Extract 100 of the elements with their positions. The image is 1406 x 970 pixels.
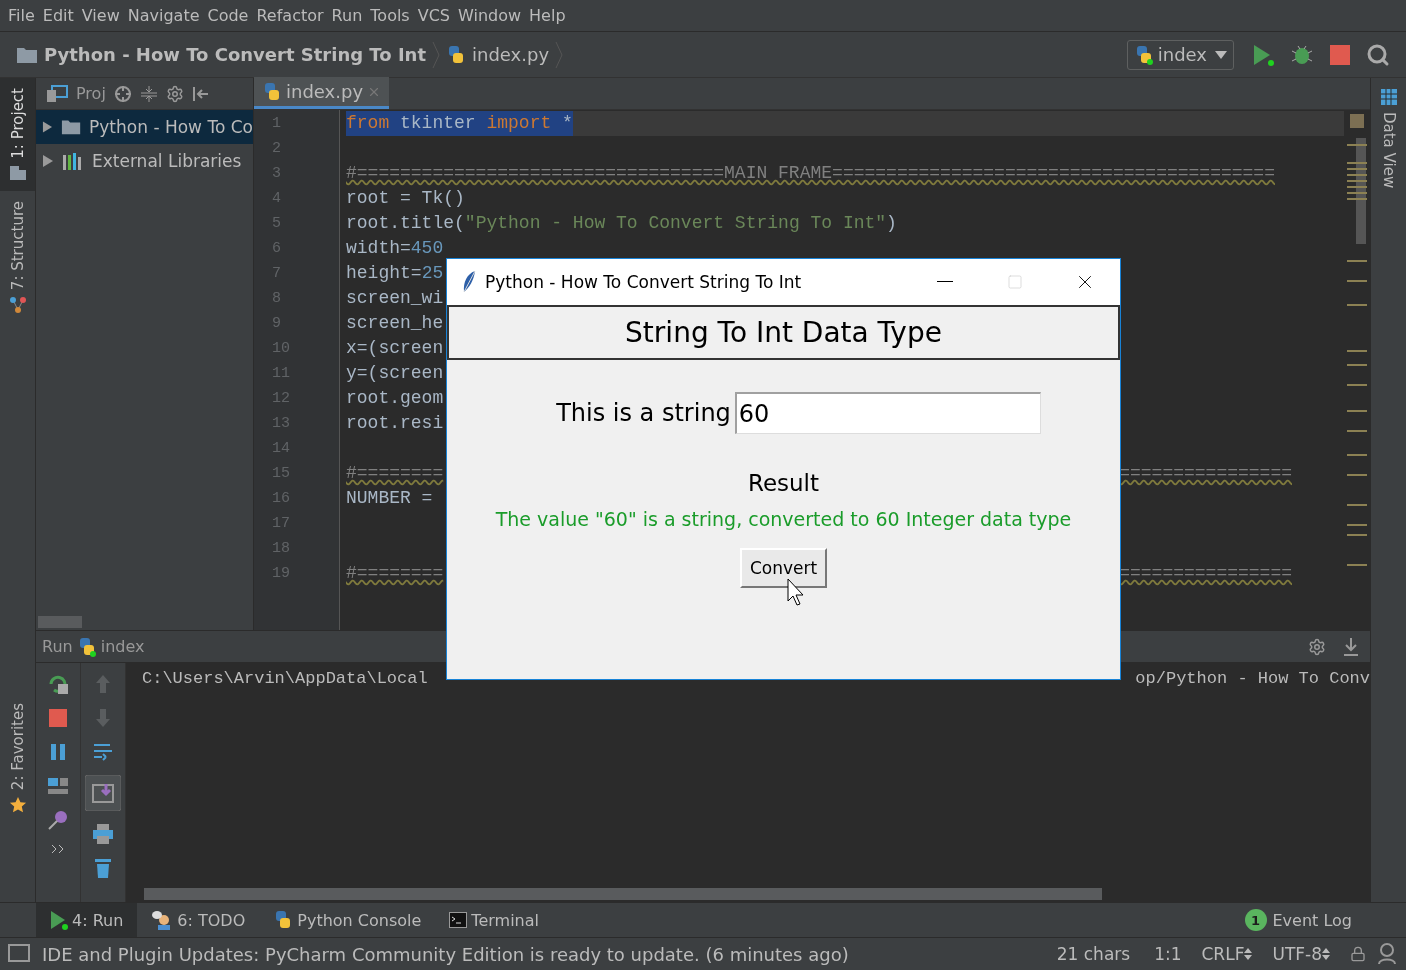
convert-button[interactable]: Convert — [739, 548, 828, 588]
chevron-icon — [555, 40, 564, 69]
code-token: height= — [346, 262, 422, 285]
field-label: This is a string — [556, 399, 731, 427]
tree-row[interactable]: External Libraries — [36, 144, 253, 178]
breadcrumb[interactable]: index.py — [472, 44, 550, 65]
menu-item[interactable]: Navigate — [123, 6, 204, 25]
event-log-button[interactable]: 1 Event Log — [1238, 908, 1358, 932]
lock-icon[interactable] — [1350, 946, 1366, 962]
tool-tab[interactable]: 6: TODO — [137, 902, 260, 938]
code-token: from — [346, 111, 390, 136]
folder-icon — [60, 118, 82, 136]
expand-arrow-icon[interactable] — [42, 154, 54, 168]
code-token: tkinter — [389, 111, 487, 136]
collapse-icon[interactable] — [139, 84, 158, 103]
hide-panel-icon[interactable] — [191, 84, 210, 103]
tool-window-tab[interactable]: 7: Structure — [0, 190, 35, 324]
result-text: The value "60" is a string, converted to 60 Integer data type — [495, 508, 1072, 530]
panel-title: Run — [42, 637, 73, 656]
structure-icon — [8, 295, 27, 314]
code-token: screen_he — [346, 312, 444, 335]
table-icon — [1379, 88, 1398, 106]
code-token: NUMBER = — [346, 487, 434, 510]
breadcrumb[interactable]: Python - How To Convert String To Int — [44, 44, 426, 65]
code-token: ================ — [1119, 462, 1292, 485]
stop-icon[interactable] — [47, 707, 69, 729]
code-token: y=(screen — [346, 362, 444, 385]
folder-icon — [16, 45, 38, 64]
code-token: root.title( — [346, 212, 465, 235]
status-message[interactable]: IDE and Plugin Updates: PyCharm Community Edition is ready to update. (6 minutes ago) — [42, 943, 849, 965]
menu-item[interactable]: Tools — [366, 6, 414, 25]
feather-icon — [461, 270, 477, 294]
tool-tab[interactable]: Terminal — [435, 902, 553, 938]
menu-item[interactable]: View — [77, 6, 124, 25]
up-down-icon — [1244, 947, 1253, 961]
editor-tab[interactable]: index.py — [254, 77, 390, 109]
scrollbar-thumb[interactable] — [38, 616, 82, 628]
code-token: screen_wi — [346, 287, 444, 310]
menu-item[interactable]: Refactor — [252, 6, 328, 25]
menu-item[interactable]: Edit — [38, 6, 78, 25]
star-icon — [8, 796, 27, 814]
console-output: op/Python - How To Conv — [1135, 668, 1370, 688]
run-config-name: index — [100, 637, 145, 656]
heading-label: String To Int Data Type — [447, 305, 1120, 360]
code-token: root = Tk() — [346, 187, 465, 210]
tool-window-tab[interactable]: 2: Favorites — [0, 692, 35, 824]
code-token: x=(screen — [346, 337, 444, 360]
caret-position[interactable]: 1:1 — [1154, 944, 1182, 964]
pin-icon[interactable] — [47, 809, 69, 831]
more-icon[interactable] — [51, 843, 65, 855]
printer-icon[interactable] — [92, 823, 114, 845]
trash-icon[interactable] — [92, 857, 114, 879]
pointer-cursor-icon — [787, 578, 805, 606]
download-icon[interactable] — [1342, 636, 1360, 657]
line-separator-selector[interactable]: CRLF — [1201, 944, 1253, 964]
menu-item[interactable]: Help — [525, 6, 570, 25]
run-config-dropdown[interactable]: index — [1126, 39, 1234, 70]
tree-row[interactable]: Python - How To Co — [36, 110, 253, 144]
menu-item[interactable]: File — [4, 6, 39, 25]
menu-item[interactable]: Code — [203, 6, 253, 25]
code-token: #======== — [346, 462, 444, 485]
terminal-icon — [449, 912, 468, 928]
menu-item[interactable]: VCS — [413, 6, 454, 25]
monitor-icon[interactable] — [8, 944, 30, 964]
encoding-selector[interactable]: UTF-8 — [1272, 944, 1330, 964]
expand-arrow-icon[interactable] — [42, 120, 53, 134]
inspector-icon[interactable] — [1376, 942, 1398, 966]
stop-button[interactable] — [1330, 44, 1350, 65]
settings-icon[interactable] — [165, 84, 184, 103]
tool-tab[interactable]: Python Console — [259, 902, 436, 938]
folder-icon — [8, 164, 27, 181]
code-token: "Python - How To Convert String To Int" — [464, 212, 887, 235]
result-label: Result — [747, 470, 820, 496]
window-title: Python - How To Convert String To Int — [485, 272, 803, 292]
wrap-icon[interactable] — [92, 741, 114, 763]
project-view-icon — [46, 84, 68, 103]
menu-item[interactable]: Window — [454, 6, 526, 25]
code-token: ================ — [1119, 562, 1292, 585]
target-icon[interactable] — [113, 84, 132, 103]
scroll-to-end-icon[interactable] — [85, 775, 121, 811]
minimize-icon — [937, 281, 953, 283]
view-selector[interactable]: Proj — [76, 84, 106, 103]
tool-tab[interactable]: 4: Run — [36, 902, 138, 938]
char-count: 21 chars — [1056, 944, 1131, 964]
up-down-icon — [1322, 947, 1330, 961]
input-field[interactable]: 60 — [734, 392, 1041, 434]
search-button[interactable] — [1366, 42, 1390, 67]
py-file-icon — [262, 81, 282, 102]
rerun-icon[interactable] — [47, 673, 69, 695]
run-button[interactable] — [1252, 42, 1274, 67]
settings-icon[interactable] — [1308, 637, 1326, 656]
play-icon — [50, 910, 68, 930]
layout-icon[interactable] — [47, 775, 69, 797]
maximize-icon — [1007, 274, 1023, 290]
tool-window-tab[interactable]: 1: Project — [0, 78, 35, 191]
scrollbar-thumb[interactable] — [144, 888, 1102, 900]
code-token: #======== — [346, 562, 444, 585]
notification-badge: 1 — [1244, 909, 1267, 931]
menu-item[interactable]: Run — [327, 6, 367, 25]
tool-window-tab[interactable]: Data View — [1371, 78, 1406, 199]
